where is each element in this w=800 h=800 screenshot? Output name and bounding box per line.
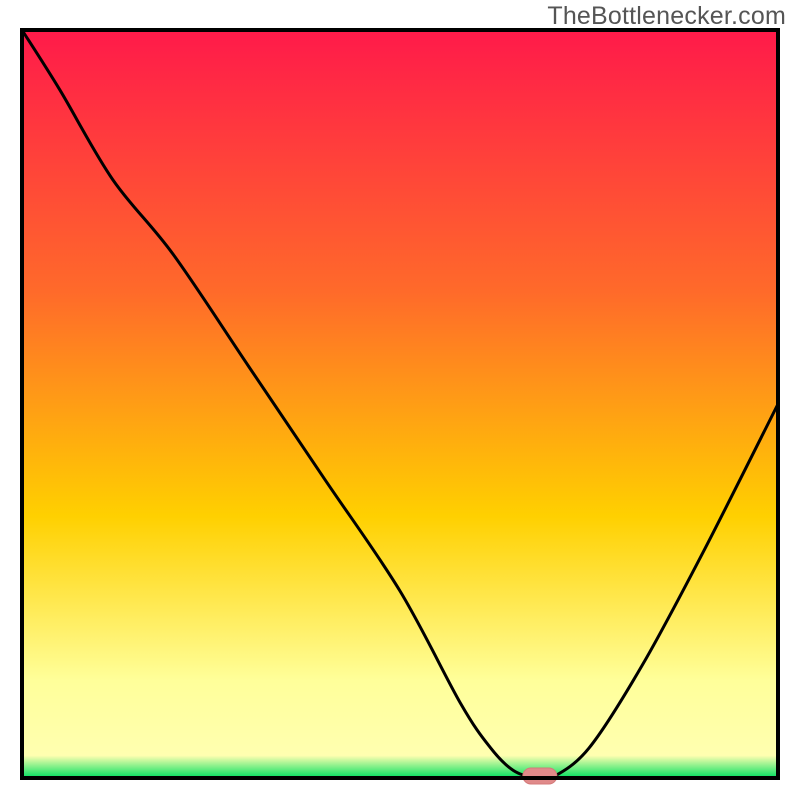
watermark-label: TheBottlenecker.com bbox=[547, 2, 786, 31]
gradient-background bbox=[22, 30, 778, 778]
bottleneck-chart bbox=[0, 0, 800, 800]
chart-container: { "watermark": "TheBottlenecker.com", "c… bbox=[0, 0, 800, 800]
